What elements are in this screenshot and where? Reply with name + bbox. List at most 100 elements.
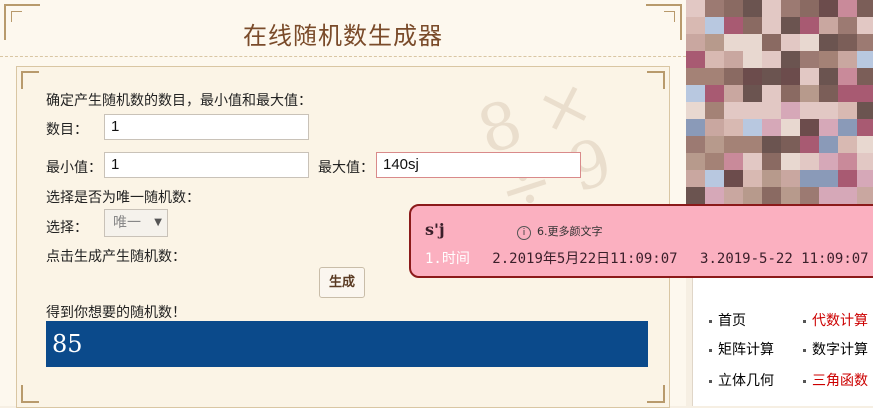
- pixelated-photo-tile: [724, 119, 743, 136]
- corner-ornament: [647, 71, 665, 89]
- sidebar-advert-image[interactable]: [686, 0, 873, 210]
- pixelated-photo-tile: [724, 68, 743, 85]
- pixelated-photo-tile: [762, 102, 781, 119]
- pixelated-photo-tile: [857, 170, 873, 187]
- pixelated-photo-tile: [743, 136, 762, 153]
- result-prompt: 得到你想要的随机数！: [46, 305, 186, 321]
- max-label: 最大值：: [318, 160, 374, 176]
- info-icon: i: [517, 226, 531, 240]
- ime-candidate[interactable]: 1.时间: [425, 251, 470, 267]
- sidebar-item-trig[interactable]: 三角函数: [803, 370, 868, 390]
- pixelated-photo-tile: [705, 34, 724, 51]
- sidebar-item-home[interactable]: 首页: [709, 310, 746, 330]
- pixelated-photo-tile: [743, 153, 762, 170]
- ime-composition: s'j: [425, 220, 445, 239]
- pixelated-photo-tile: [819, 102, 838, 119]
- pixelated-photo-tile: [762, 187, 781, 204]
- pixelated-photo-tile: [743, 102, 762, 119]
- pixelated-photo-tile: [686, 68, 705, 85]
- ime-candidates: 1.时间 2.2019年5月22日11:09:07 3.2019-5-22 11…: [425, 248, 873, 268]
- pixelated-photo-tile: [724, 153, 743, 170]
- min-label: 最小值：: [46, 160, 102, 176]
- pixelated-photo-tile: [724, 102, 743, 119]
- bullet-icon: [709, 379, 712, 383]
- pixelated-photo-tile: [686, 34, 705, 51]
- pixelated-photo-tile: [857, 153, 873, 170]
- count-input[interactable]: 1: [104, 114, 309, 140]
- sidebar-item-geometry[interactable]: 立体几何: [709, 370, 774, 390]
- pixelated-photo-tile: [857, 34, 873, 51]
- pixelated-photo-tile: [762, 34, 781, 51]
- generate-button[interactable]: 生成: [319, 267, 365, 298]
- sidebar-item-label: 数字计算: [812, 342, 868, 358]
- corner-ornament: [647, 385, 665, 403]
- bullet-icon: [803, 348, 806, 352]
- pixelated-photo-tile: [781, 136, 800, 153]
- pixelated-photo-tile: [838, 187, 857, 204]
- select-label: 选择：: [46, 220, 88, 236]
- generator-card: 在线随机数生成器 8 × ÷ 9 确定产生随机数的数目，最小值和最大值： 数目： …: [0, 0, 686, 408]
- pixelated-photo-tile: [819, 187, 838, 204]
- pixelated-photo-tile: [800, 136, 819, 153]
- pixelated-photo-tile: [781, 102, 800, 119]
- pixelated-photo-tile: [724, 187, 743, 204]
- pixelated-photo-tile: [781, 0, 800, 17]
- pixelated-photo-tile: [686, 187, 705, 204]
- pixelated-photo-tile: [762, 85, 781, 102]
- unique-select-value: 唯一: [113, 215, 141, 231]
- pixelated-photo-tile: [743, 170, 762, 187]
- pixelated-photo-tile: [705, 136, 724, 153]
- pixelated-photo-tile: [781, 68, 800, 85]
- pixelated-photo-tile: [686, 85, 705, 102]
- pixelated-photo-tile: [819, 170, 838, 187]
- ime-candidate[interactable]: 2.2019年5月22日11:09:07: [492, 251, 677, 267]
- pixelated-photo-tile: [762, 51, 781, 68]
- unique-select[interactable]: 唯一 ▼: [104, 209, 168, 237]
- pixelated-photo-tile: [857, 136, 873, 153]
- pixelated-photo-tile: [781, 34, 800, 51]
- pixelated-photo-tile: [686, 51, 705, 68]
- pixelated-photo-tile: [743, 51, 762, 68]
- pixelated-photo-tile: [686, 119, 705, 136]
- pixelated-photo-tile: [800, 187, 819, 204]
- intro-text: 确定产生随机数的数目，最小值和最大值：: [46, 93, 312, 109]
- pixelated-photo-tile: [781, 85, 800, 102]
- ime-hint-label: 6.更多颜文字: [537, 225, 603, 238]
- sidebar-item-matrix[interactable]: 矩阵计算: [709, 339, 774, 359]
- sidebar-item-numeric[interactable]: 数字计算: [803, 339, 868, 359]
- count-label: 数目：: [46, 122, 88, 138]
- pixelated-photo-tile: [819, 17, 838, 34]
- pixelated-photo-tile: [819, 153, 838, 170]
- pixelated-photo-tile: [819, 34, 838, 51]
- pixelated-photo-tile: [857, 119, 873, 136]
- pixelated-photo-tile: [819, 136, 838, 153]
- pixelated-photo-tile: [857, 51, 873, 68]
- pixelated-photo-tile: [705, 119, 724, 136]
- ime-candidate[interactable]: 3.2019-5-22 11:09:07: [700, 251, 869, 267]
- ime-hint[interactable]: i 6.更多颜文字: [517, 223, 603, 240]
- pixelated-photo-tile: [819, 68, 838, 85]
- pixelated-photo-tile: [724, 136, 743, 153]
- pixelated-photo-tile: [857, 0, 873, 17]
- sidebar-item-label: 立体几何: [718, 373, 774, 389]
- pixelated-photo-tile: [857, 102, 873, 119]
- max-input[interactable]: 140sj: [376, 152, 581, 178]
- pixelated-photo-tile: [838, 170, 857, 187]
- pixelated-photo-tile: [686, 102, 705, 119]
- pixelated-photo-tile: [705, 68, 724, 85]
- pixelated-photo-tile: [838, 17, 857, 34]
- pixelated-photo-tile: [800, 17, 819, 34]
- generate-prompt: 点击生成产生随机数：: [46, 249, 186, 265]
- min-input[interactable]: 1: [104, 152, 309, 178]
- pixelated-photo-tile: [686, 0, 705, 17]
- pixelated-photo-tile: [819, 119, 838, 136]
- pixelated-photo-tile: [743, 17, 762, 34]
- pixelated-photo-tile: [705, 102, 724, 119]
- pixelated-photo-tile: [819, 51, 838, 68]
- sidebar-item-algebra[interactable]: 代数计算: [803, 310, 868, 330]
- pixelated-photo-tile: [838, 85, 857, 102]
- pixelated-photo-tile: [762, 0, 781, 17]
- pixelated-photo-tile: [686, 153, 705, 170]
- pixelated-photo-tile: [857, 68, 873, 85]
- pixelated-photo-tile: [724, 17, 743, 34]
